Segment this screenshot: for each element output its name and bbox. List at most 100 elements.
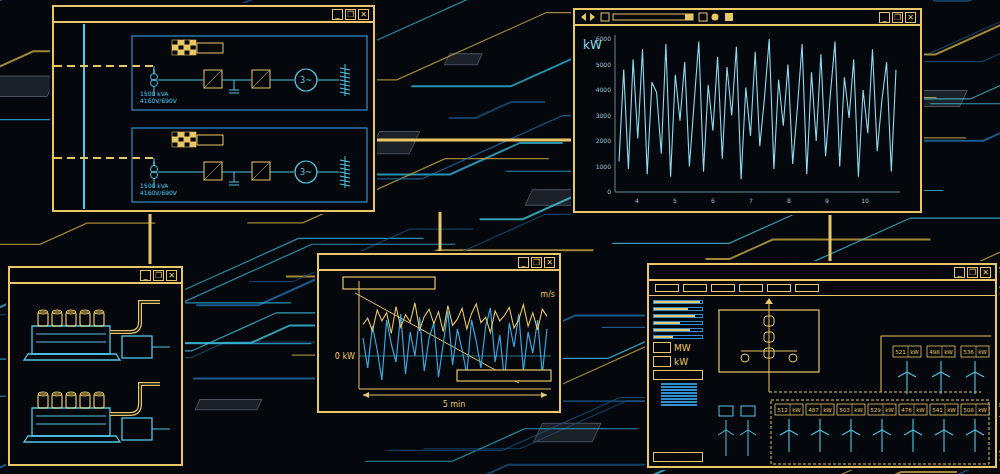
svg-text:kW: kW bbox=[947, 407, 956, 413]
svg-text:kW: kW bbox=[916, 407, 925, 413]
window-control-button[interactable]: ❐ bbox=[892, 12, 903, 23]
svg-text:7: 7 bbox=[749, 197, 753, 204]
svg-text:1000: 1000 bbox=[596, 163, 611, 170]
wind-power-chart-window[interactable]: _❐✕ 0 kWm/s5 min bbox=[317, 253, 561, 413]
window-control-button[interactable]: ❐ bbox=[153, 270, 164, 281]
turbine[interactable]: 536 kW bbox=[961, 346, 989, 394]
inverter-icon bbox=[252, 70, 270, 88]
title-bar[interactable]: _❐✕ bbox=[54, 7, 373, 23]
inverter-icon bbox=[252, 162, 270, 180]
single-line-diagram: 1500 kVA4160V/690V3~1500 kVA4160V/690V3~ bbox=[54, 23, 373, 210]
load-icon bbox=[340, 64, 350, 96]
svg-text:487: 487 bbox=[808, 407, 819, 413]
toolbar-icons[interactable] bbox=[579, 11, 739, 23]
svg-text:508: 508 bbox=[963, 407, 974, 413]
tab[interactable] bbox=[767, 284, 791, 292]
svg-text:10: 10 bbox=[861, 197, 869, 204]
wind-series bbox=[363, 303, 547, 334]
drive-unit: 1500 kVA4160V/690V3~ bbox=[54, 128, 367, 202]
power-chart-window[interactable]: _❐✕ kW600050004000300020001000045678910 bbox=[573, 8, 922, 213]
title-bar[interactable]: _❐✕ bbox=[575, 10, 920, 26]
scada-window[interactable]: _❐✕ MW kW 521kW498kW536kW512kW487kW503kW… bbox=[647, 263, 997, 468]
speed-unit-label: m/s bbox=[540, 290, 555, 299]
svg-text:4: 4 bbox=[635, 197, 639, 204]
window-control-button[interactable]: _ bbox=[140, 270, 151, 281]
turbine-icon bbox=[873, 419, 891, 452]
span-arrow bbox=[363, 394, 547, 395]
svg-text:3~: 3~ bbox=[300, 168, 312, 177]
window-control-button[interactable]: ✕ bbox=[980, 267, 991, 278]
motor-icon bbox=[295, 161, 317, 183]
tab[interactable] bbox=[683, 284, 707, 292]
single-line-diagram-window[interactable]: _❐✕ 1500 kVA4160V/690V3~1500 kVA4160V/69… bbox=[52, 5, 375, 212]
svg-text:0: 0 bbox=[607, 188, 611, 195]
motor-icon bbox=[295, 69, 317, 91]
turbine[interactable]: 541 kW bbox=[930, 404, 958, 452]
window-control-button[interactable]: ❐ bbox=[531, 257, 542, 268]
svg-text:476: 476 bbox=[901, 407, 912, 413]
turbine-icon bbox=[966, 419, 984, 452]
desktop: _❐✕ 1500 kVA4160V/690V3~1500 kVA4160V/69… bbox=[0, 0, 1000, 474]
title-bar[interactable]: _❐✕ bbox=[10, 268, 181, 284]
svg-text:kW: kW bbox=[978, 349, 987, 355]
turbine[interactable]: 476 kW bbox=[899, 404, 927, 452]
turbine-icon bbox=[898, 361, 916, 394]
action-button[interactable] bbox=[653, 452, 703, 462]
status-panel: MW kW bbox=[649, 296, 707, 466]
svg-text:3000: 3000 bbox=[596, 112, 611, 119]
turbine[interactable]: 508kW bbox=[961, 404, 989, 452]
generator-icon bbox=[24, 302, 170, 360]
turbine-icon bbox=[935, 419, 953, 452]
turbine-icon bbox=[740, 420, 756, 456]
tab[interactable] bbox=[655, 284, 679, 292]
title-bar[interactable]: _❐✕ bbox=[649, 265, 995, 281]
svg-text:4160V/690V: 4160V/690V bbox=[140, 97, 178, 104]
rectifier-icon bbox=[204, 70, 222, 88]
tab[interactable] bbox=[739, 284, 763, 292]
svg-text:9: 9 bbox=[825, 197, 829, 204]
window-control-button[interactable]: ✕ bbox=[358, 9, 369, 20]
tab[interactable] bbox=[711, 284, 735, 292]
title-bar[interactable]: _❐✕ bbox=[319, 255, 559, 271]
turbine[interactable]: 521kW bbox=[893, 346, 921, 394]
window-control-button[interactable]: ❐ bbox=[967, 267, 978, 278]
window-control-button[interactable]: _ bbox=[518, 257, 529, 268]
window-control-button[interactable]: _ bbox=[332, 9, 343, 20]
turbine-icon bbox=[842, 419, 860, 452]
turbine[interactable]: 498kW bbox=[927, 346, 955, 394]
window-control-button[interactable]: ✕ bbox=[166, 270, 177, 281]
turbine-icon bbox=[966, 361, 984, 394]
turbine-icon bbox=[932, 361, 950, 394]
svg-text:5: 5 bbox=[673, 197, 677, 204]
tab[interactable] bbox=[795, 284, 819, 292]
svg-text:kW: kW bbox=[885, 407, 894, 413]
info-box bbox=[457, 370, 551, 381]
window-control-button[interactable]: _ bbox=[879, 12, 890, 23]
svg-text:521: 521 bbox=[895, 349, 906, 355]
wind-power-chart: 0 kWm/s5 min bbox=[319, 271, 559, 411]
svg-text:536: 536 bbox=[963, 349, 974, 355]
mini-table bbox=[661, 383, 697, 406]
svg-text:kW: kW bbox=[823, 407, 832, 413]
rectifier-icon bbox=[204, 162, 222, 180]
window-control-button[interactable]: ✕ bbox=[905, 12, 916, 23]
turbine[interactable]: 512kW bbox=[775, 404, 803, 452]
turbine[interactable]: 529kW bbox=[868, 404, 896, 452]
turbine[interactable]: 487 kW bbox=[806, 404, 834, 452]
svg-text:541: 541 bbox=[932, 407, 943, 413]
svg-text:8: 8 bbox=[787, 197, 791, 204]
generators-window[interactable]: _❐✕ bbox=[8, 266, 183, 466]
svg-text:kW: kW bbox=[854, 407, 863, 413]
window-control-button[interactable]: _ bbox=[954, 267, 965, 278]
turbine[interactable]: 503kW bbox=[837, 404, 865, 452]
drive-unit: 1500 kVA4160V/690V3~ bbox=[54, 36, 367, 110]
svg-text:5000: 5000 bbox=[596, 61, 611, 68]
meter bbox=[653, 314, 703, 318]
window-control-button[interactable]: ✕ bbox=[544, 257, 555, 268]
window-control-button[interactable]: ❐ bbox=[345, 9, 356, 20]
svg-text:3~: 3~ bbox=[300, 76, 312, 85]
breaker-grid-icon bbox=[172, 40, 223, 55]
meter bbox=[653, 321, 703, 325]
generator-icon bbox=[24, 384, 170, 442]
meter bbox=[653, 300, 703, 304]
